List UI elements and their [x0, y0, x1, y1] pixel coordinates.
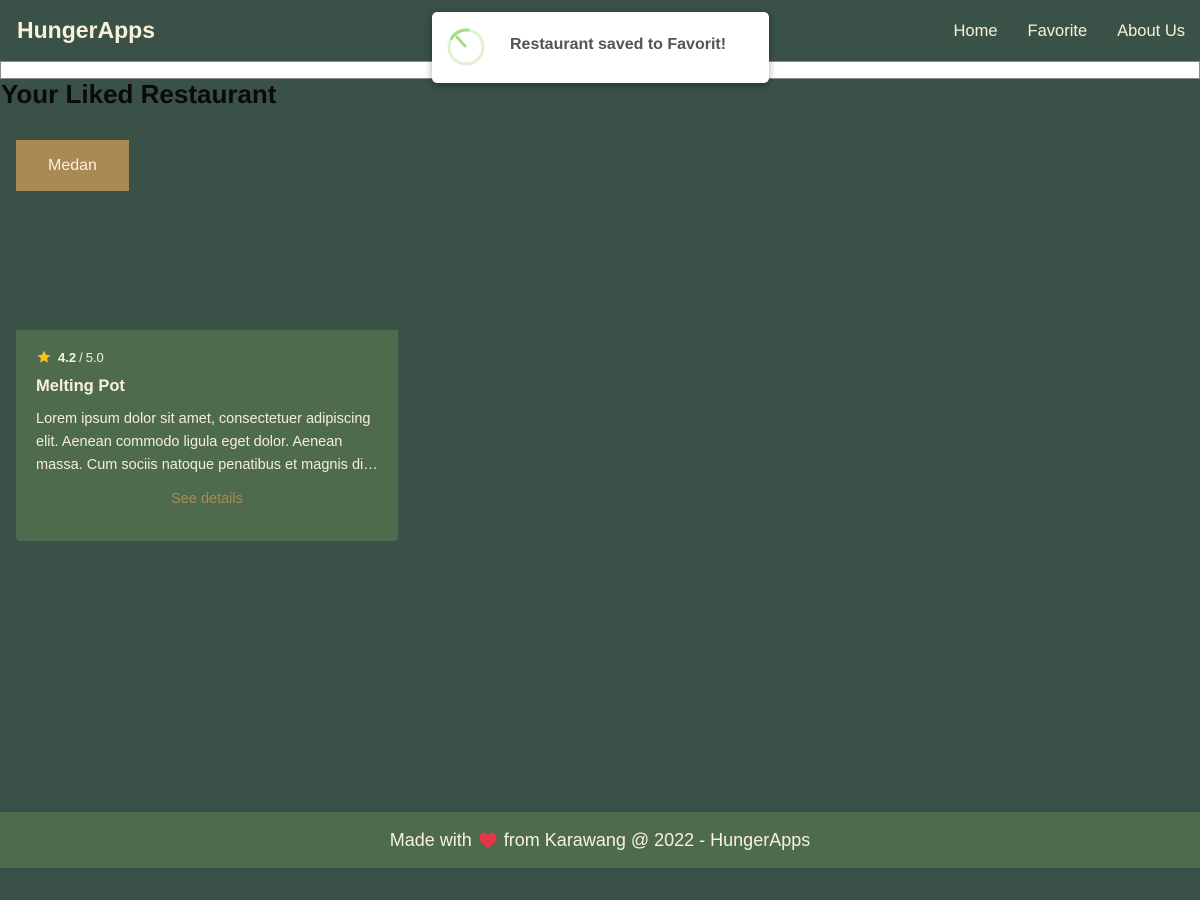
card-rating: 4.2 / 5.0 [36, 349, 104, 365]
nav-link-about-us[interactable]: About Us [1117, 22, 1185, 41]
rating-max: 5.0 [85, 349, 104, 365]
heart-icon [479, 832, 497, 849]
toast-message: Restaurant saved to Favorit! [510, 36, 727, 53]
restaurant-description: Lorem ipsum dolor sit amet, consectetuer… [36, 411, 371, 473]
brand-logo-link[interactable]: HungerApps [17, 17, 155, 44]
restaurant-card: 4.2 / 5.0 Melting Pot Lorem ipsum dolor … [16, 330, 398, 541]
nav-link-favorite[interactable]: Favorite [1028, 22, 1088, 41]
app-footer: Made with from Karawang @ 2022 - HungerA… [0, 812, 1200, 868]
rating-separator: / [79, 349, 83, 365]
success-spinner-icon [447, 28, 485, 66]
footer-prefix: Made with [389, 829, 472, 850]
rating-value: 4.2 [58, 349, 77, 365]
star-icon [37, 350, 51, 363]
footer-suffix: from Karawang @ 2022 - HungerApps [503, 829, 811, 850]
see-details-link[interactable]: See details [16, 491, 398, 507]
city-filter-button[interactable]: Medan [16, 140, 129, 191]
toast-notification: Restaurant saved to Favorit! [432, 12, 769, 83]
restaurant-name: Melting Pot [36, 377, 125, 395]
page-title: Your Liked Restaurant [1, 79, 277, 109]
main-nav: Home Favorite About Us [954, 22, 1186, 41]
nav-link-home[interactable]: Home [954, 22, 998, 41]
